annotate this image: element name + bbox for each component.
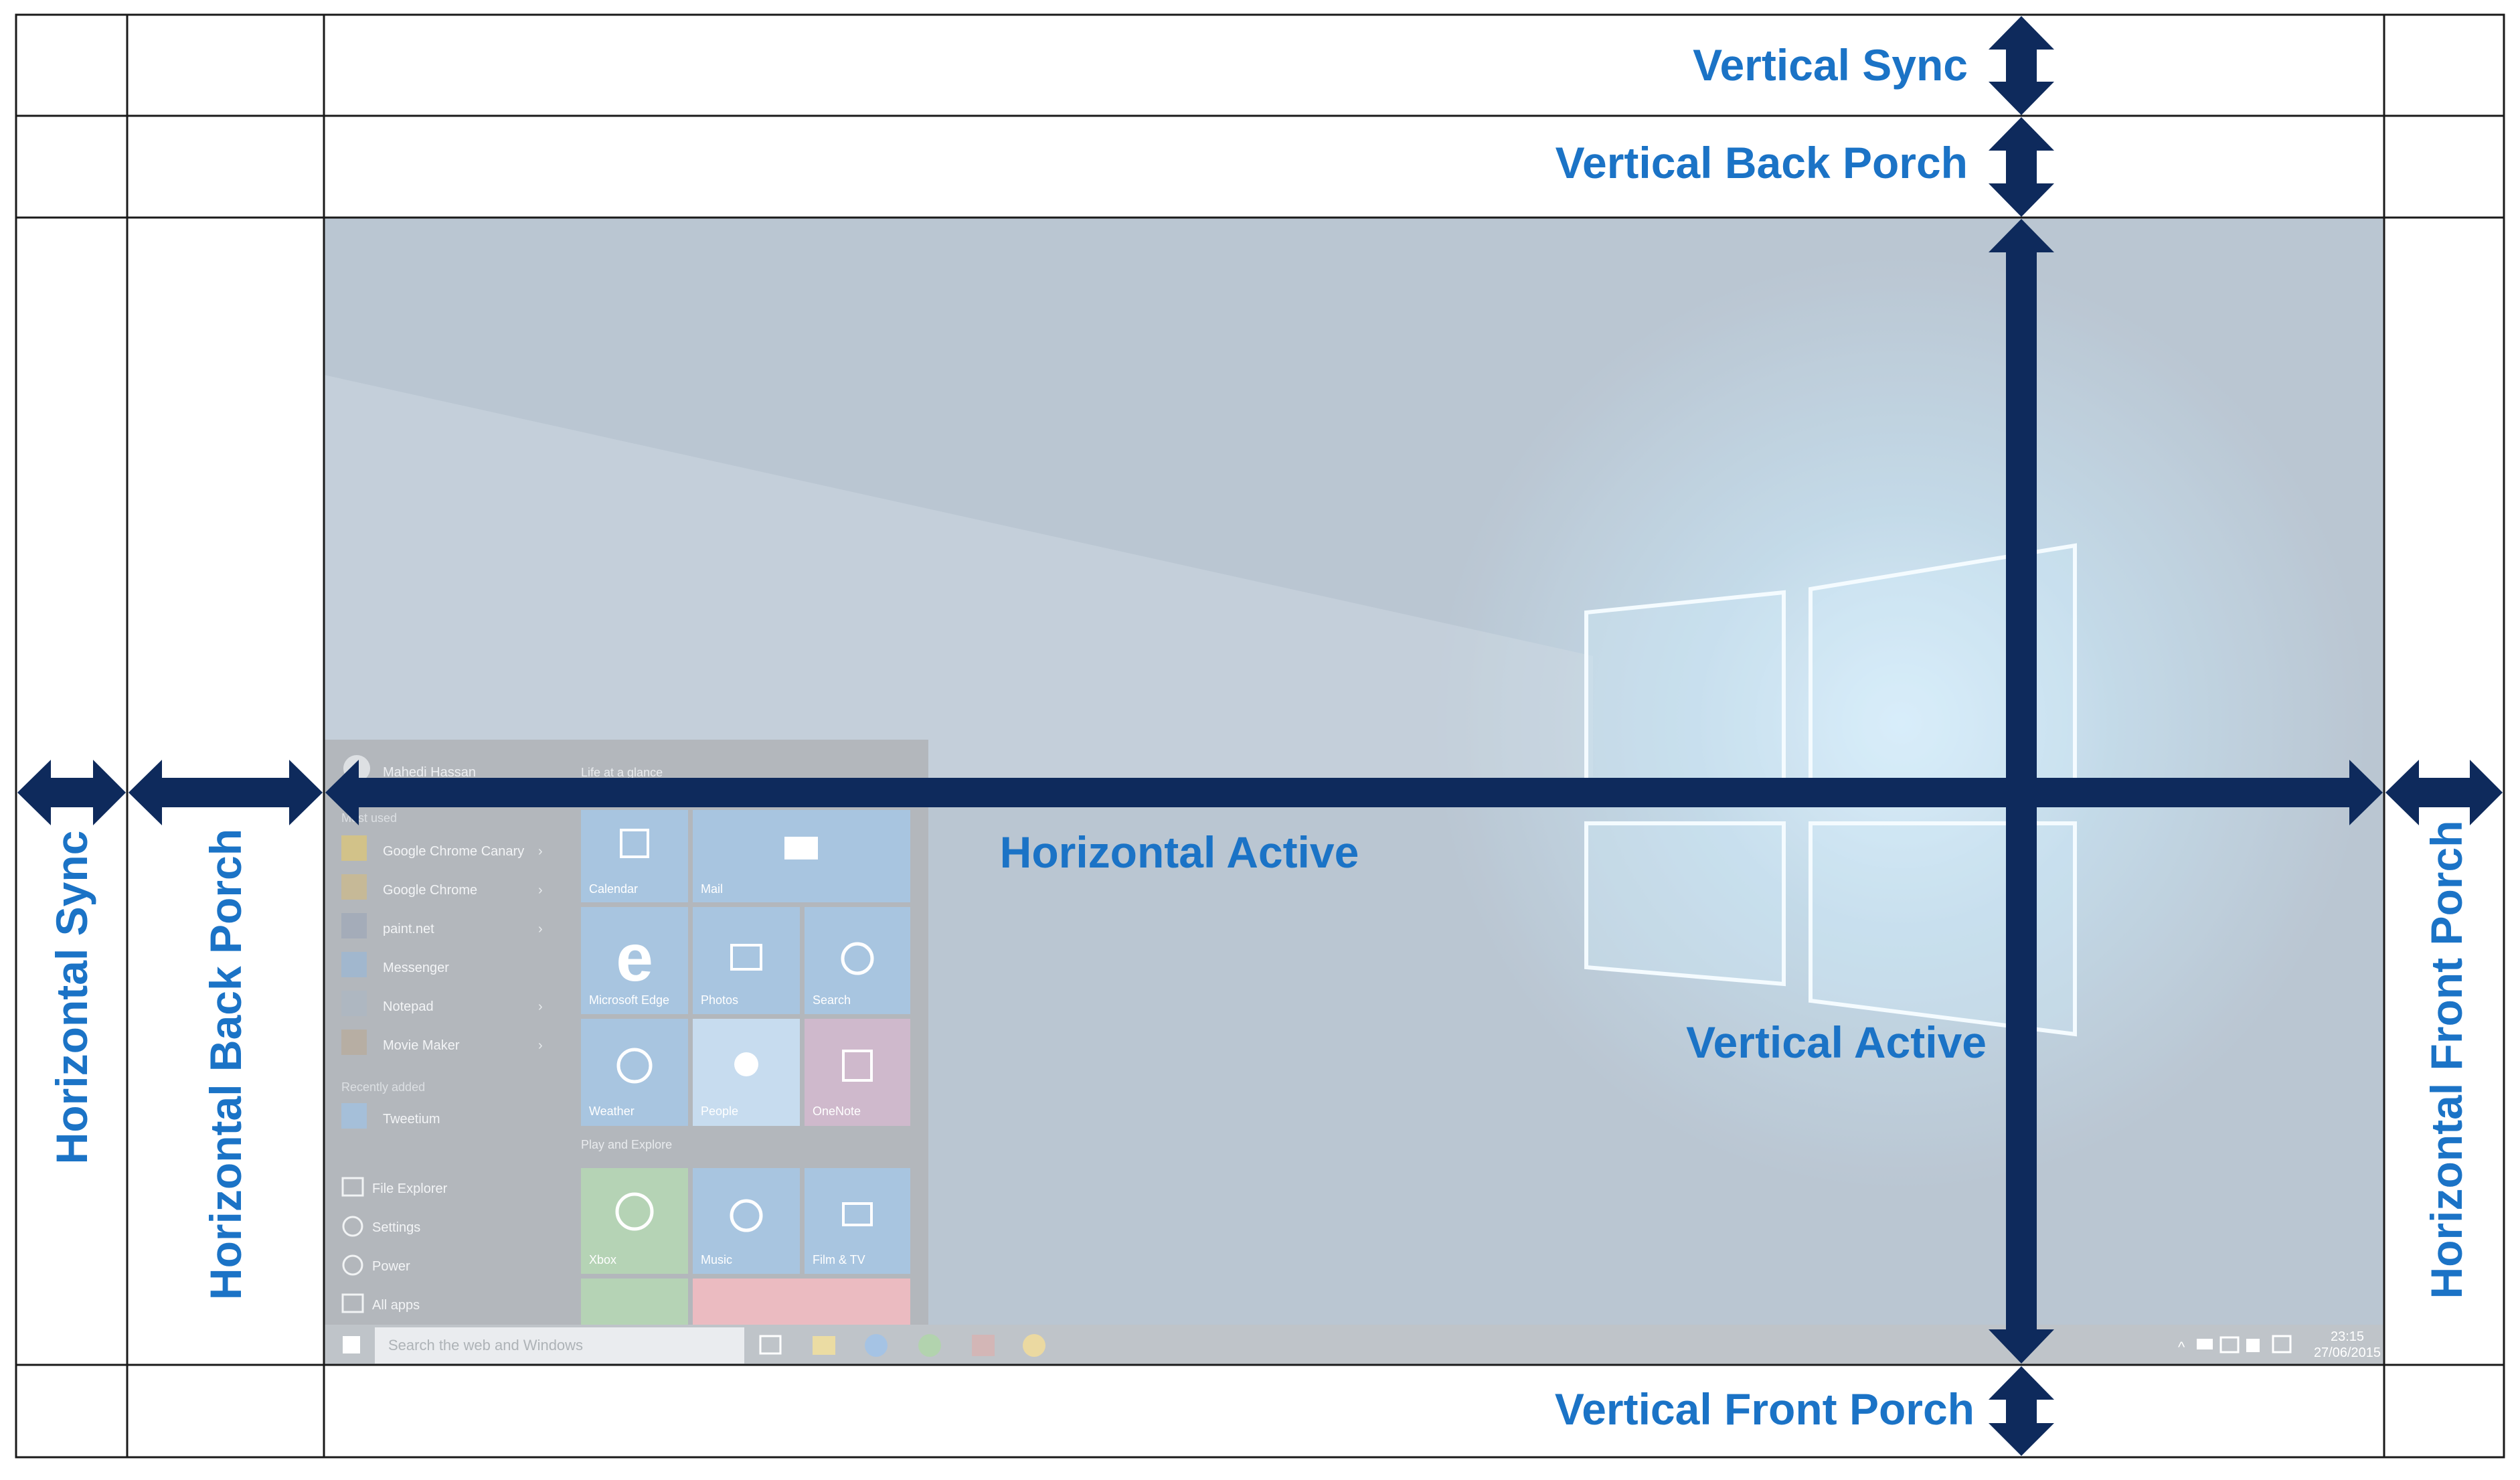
horizontal-sync-label: Horizontal Sync <box>47 831 96 1165</box>
horizontal-sync-arrow <box>17 760 126 825</box>
timing-diagram-svg: Mahedi Hassan Most used Google Chrome Ca… <box>15 13 2505 1459</box>
vertical-active-label: Vertical Active <box>1686 1017 1987 1067</box>
horizontal-front-porch-arrow <box>2385 760 2503 825</box>
horizontal-back-porch-label: Horizontal Back Porch <box>201 829 250 1300</box>
horizontal-active-label: Horizontal Active <box>1000 827 1359 877</box>
vertical-back-porch-arrow <box>1989 117 2054 217</box>
vertical-sync-arrow <box>1989 16 2054 115</box>
timing-diagram: Mahedi Hassan Most used Google Chrome Ca… <box>0 0 2520 1480</box>
horizontal-back-porch-arrow <box>129 760 323 825</box>
horizontal-front-porch-label: Horizontal Front Porch <box>2422 821 2471 1299</box>
vertical-back-porch-label: Vertical Back Porch <box>1556 138 1968 187</box>
vertical-front-porch-label: Vertical Front Porch <box>1555 1384 1975 1434</box>
vertical-sync-label: Vertical Sync <box>1693 40 1968 90</box>
vertical-front-porch-arrow <box>1989 1366 2054 1456</box>
